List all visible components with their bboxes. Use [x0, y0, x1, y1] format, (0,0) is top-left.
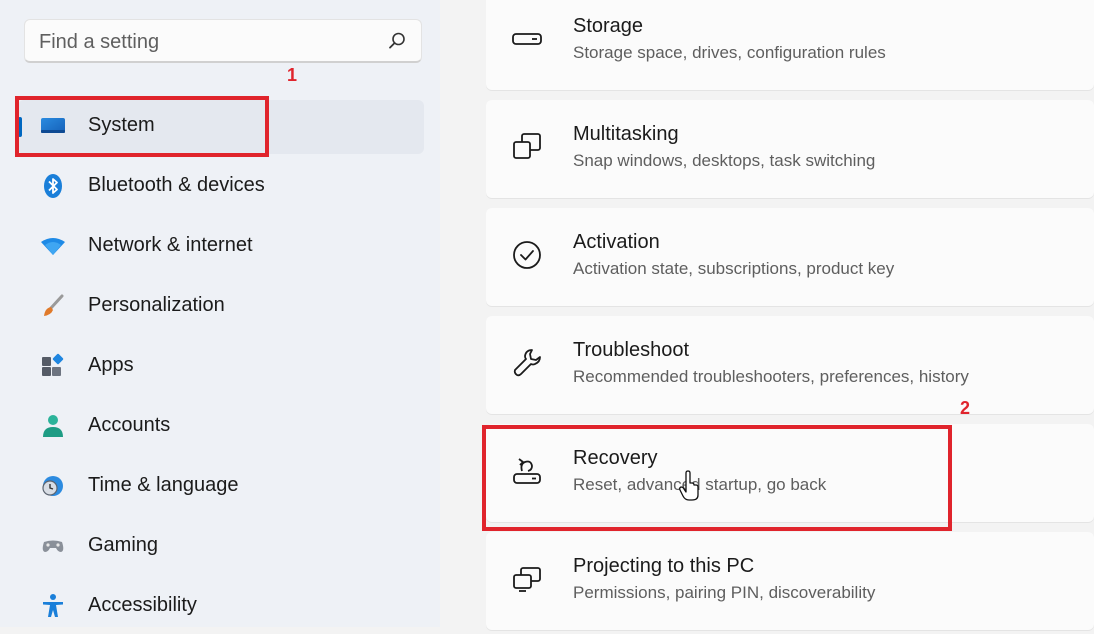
setting-title: Multitasking [573, 123, 679, 145]
activation-check-icon [513, 241, 541, 269]
setting-title: Troubleshoot [573, 339, 689, 361]
sidebar-item-label: Accounts [88, 414, 171, 436]
setting-card-activation[interactable]: Activation Activation state, subscriptio… [486, 208, 1094, 306]
gamepad-icon [42, 540, 64, 552]
settings-list: Storage Storage space, drives, configura… [486, 0, 1094, 630]
sidebar-item-label: Network & internet [88, 234, 253, 256]
bluetooth-icon [44, 174, 62, 198]
clock-globe-icon [42, 476, 63, 496]
sidebar-item-network[interactable]: Network & internet [18, 220, 424, 274]
sidebar-item-accessibility[interactable]: Accessibility [18, 580, 424, 634]
setting-card-storage[interactable]: Storage Storage space, drives, configura… [486, 0, 1094, 90]
setting-subtitle: Recommended troubleshooters, preferences… [573, 367, 969, 386]
mouse-cursor-icon [679, 470, 699, 501]
search-input[interactable]: Find a setting [39, 31, 159, 54]
setting-card-projecting[interactable]: Projecting to this PC Permissions, pairi… [486, 532, 1094, 630]
annotation-box-system [15, 96, 269, 157]
annotation-number-1: 1 [287, 65, 298, 85]
sidebar-item-label: Personalization [88, 294, 225, 316]
setting-title: Projecting to this PC [573, 555, 755, 577]
accessibility-icon [43, 594, 63, 617]
sidebar-item-label: Apps [88, 354, 134, 376]
sidebar-item-label: Accessibility [88, 594, 197, 616]
annotation-box-recovery [482, 425, 952, 531]
sidebar-item-accounts[interactable]: Accounts [18, 400, 424, 454]
sidebar-item-apps[interactable]: Apps [18, 340, 424, 394]
annotation-number-2: 2 [960, 398, 971, 418]
sidebar-item-label: Time & language [88, 474, 239, 496]
setting-title: Storage [573, 15, 644, 37]
apps-icon [42, 353, 64, 376]
projecting-icon [513, 567, 541, 592]
setting-subtitle: Storage space, drives, configuration rul… [573, 43, 886, 62]
sidebar-item-label: Bluetooth & devices [88, 174, 265, 196]
person-icon [43, 415, 63, 437]
paintbrush-icon [44, 294, 64, 316]
sidebar-item-gaming[interactable]: Gaming [18, 520, 424, 574]
sidebar-item-label: Gaming [88, 534, 159, 556]
wrench-icon [513, 349, 541, 377]
navigation-pane: Find a setting System Bluetooth & device… [0, 0, 440, 627]
wifi-icon [41, 238, 65, 255]
setting-subtitle: Snap windows, desktops, task switching [573, 151, 876, 170]
sidebar-item-bluetooth[interactable]: Bluetooth & devices [18, 160, 424, 214]
search-box[interactable]: Find a setting [24, 19, 422, 63]
sidebar-item-personalization[interactable]: Personalization [18, 280, 424, 334]
setting-card-multitasking[interactable]: Multitasking Snap windows, desktops, tas… [486, 100, 1094, 198]
sidebar-item-time-language[interactable]: Time & language [18, 460, 424, 514]
storage-drive-icon [512, 33, 542, 45]
search-icon[interactable] [387, 31, 407, 51]
setting-title: Activation [573, 231, 660, 253]
setting-subtitle: Activation state, subscriptions, product… [573, 259, 895, 278]
multitasking-icon [513, 133, 541, 159]
setting-card-troubleshoot[interactable]: Troubleshoot Recommended troubleshooters… [486, 316, 1094, 414]
setting-subtitle: Permissions, pairing PIN, discoverabilit… [573, 583, 876, 602]
